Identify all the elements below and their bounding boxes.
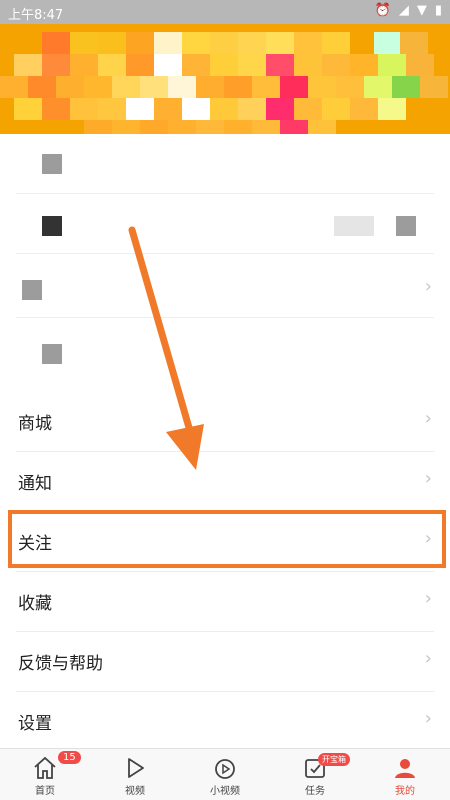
settings-menu: 商城 › 通知 › 关注 › 收藏 › 反馈与帮助 › 设置 ›	[0, 392, 450, 748]
tab-label: 首页	[35, 786, 55, 797]
menu-item-settings[interactable]: 设置 ›	[0, 692, 450, 752]
menu-item-mall[interactable]: 商城 ›	[0, 392, 450, 452]
obscured-block	[42, 344, 62, 364]
tab-video[interactable]: 视频	[90, 749, 180, 800]
menu-item-label: 商城	[18, 414, 52, 434]
tab-label: 小视频	[210, 786, 240, 797]
status-bar: 上午8:47 ⏰ ◢ ▼ ▮	[0, 0, 450, 24]
user-icon	[395, 759, 415, 778]
menu-item-favorites[interactable]: 收藏 ›	[0, 572, 450, 632]
menu-item-label: 通知	[18, 474, 52, 494]
obscured-row	[16, 194, 434, 254]
chevron-right-icon: ›	[424, 468, 432, 489]
profile-header[interactable]	[0, 24, 450, 134]
battery-icon: ▮	[434, 3, 442, 18]
tab-label: 我的	[395, 786, 415, 797]
menu-item-label: 设置	[18, 714, 52, 734]
tab-label: 视频	[125, 786, 145, 797]
obscured-row	[16, 324, 434, 384]
obscured-block	[42, 154, 62, 174]
highlight-box	[8, 510, 446, 568]
chevron-right-icon: ›	[424, 648, 432, 669]
obscured-block	[396, 216, 416, 236]
obscured-row	[16, 134, 434, 194]
tab-label: 任务	[305, 786, 325, 797]
tab-mine[interactable]: 我的	[360, 749, 450, 800]
obscured-block	[334, 216, 354, 236]
pixelated-user-info	[0, 24, 450, 134]
obscured-row[interactable]: ›	[16, 258, 434, 318]
menu-item-label: 收藏	[18, 594, 52, 614]
treasure-box-badge: 开宝箱	[318, 753, 350, 766]
menu-item-feedback[interactable]: 反馈与帮助 ›	[0, 632, 450, 692]
signal-icon: ◢	[398, 3, 409, 18]
chevron-right-icon: ›	[424, 276, 432, 297]
tab-home[interactable]: 15 首页	[0, 749, 90, 800]
menu-item-notifications[interactable]: 通知 ›	[0, 452, 450, 512]
tab-short-video[interactable]: 小视频	[180, 749, 270, 800]
status-time: 上午8:47	[8, 8, 64, 23]
chevron-right-icon: ›	[424, 588, 432, 609]
menu-item-label: 反馈与帮助	[18, 654, 103, 674]
home-icon	[34, 756, 56, 779]
notification-badge: 15	[58, 751, 81, 764]
obscured-block	[354, 216, 374, 236]
short-video-icon	[215, 759, 235, 779]
bottom-tab-bar: 15 首页 视频 小视频 开宝箱 任务 我的	[0, 748, 450, 800]
status-icons: ⏰ ◢ ▼ ▮	[375, 3, 442, 19]
obscured-block	[42, 216, 62, 236]
alarm-icon: ⏰	[374, 3, 391, 18]
profile-info-card: ›	[0, 134, 450, 392]
chevron-right-icon: ›	[424, 408, 432, 429]
tab-tasks[interactable]: 开宝箱 任务	[270, 749, 360, 800]
wifi-icon: ▼	[416, 3, 427, 18]
chevron-right-icon: ›	[424, 708, 432, 729]
obscured-block	[22, 280, 42, 300]
play-icon	[128, 758, 144, 778]
